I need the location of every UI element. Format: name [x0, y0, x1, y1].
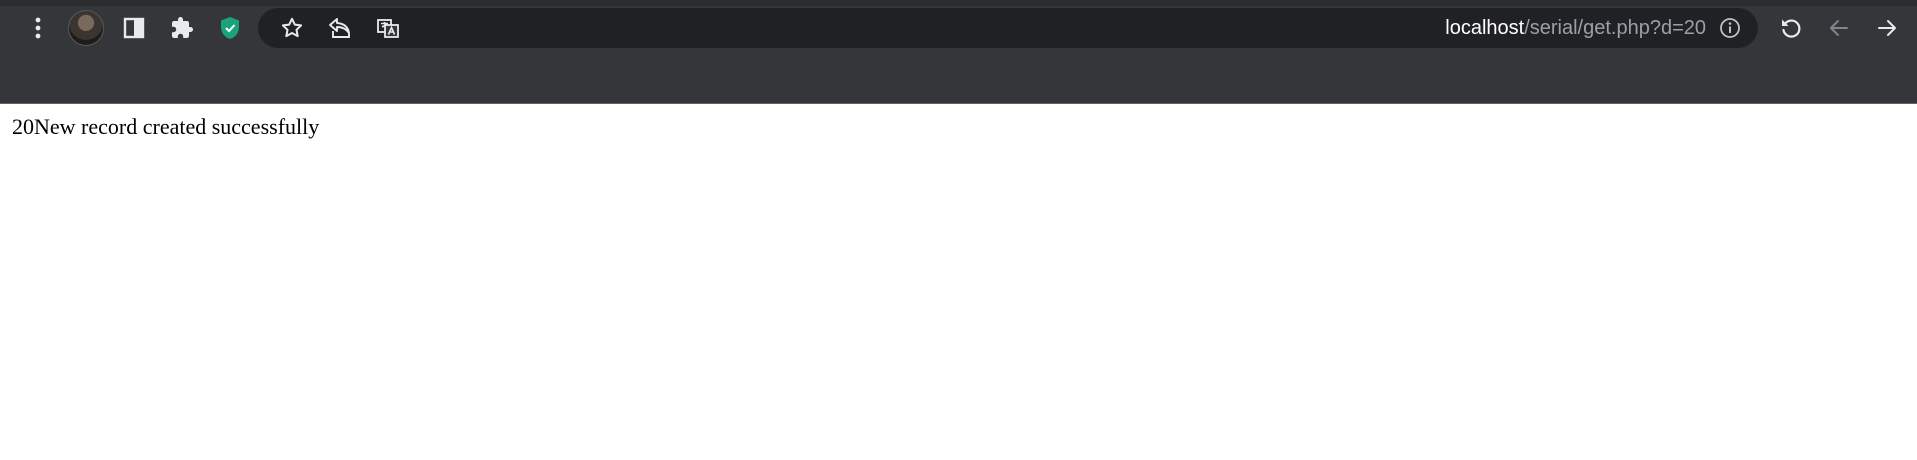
- shield-check-icon[interactable]: [206, 8, 254, 48]
- reload-icon[interactable]: [1767, 8, 1815, 48]
- toolbar-left: [14, 8, 254, 48]
- forward-arrow-icon[interactable]: [1863, 8, 1911, 48]
- side-panel-icon[interactable]: [110, 8, 158, 48]
- url-path: /serial/get.php?d=20: [1524, 17, 1706, 39]
- url-text[interactable]: localhost/serial/get.php?d=20: [1445, 8, 1706, 48]
- puzzle-piece-icon[interactable]: [158, 8, 206, 48]
- kebab-menu-icon[interactable]: [14, 8, 62, 48]
- translate-icon[interactable]: [364, 8, 412, 48]
- omnibox-actions: [268, 8, 412, 48]
- toolbar-right: [1767, 8, 1911, 48]
- avatar: [68, 10, 104, 46]
- browser-chrome: localhost/serial/get.php?d=20: [0, 0, 1917, 104]
- address-bar[interactable]: localhost/serial/get.php?d=20: [258, 8, 1758, 48]
- window-top-strip: [0, 0, 1917, 6]
- back-arrow-icon[interactable]: [1815, 8, 1863, 48]
- page-body-text: 20New record created successfully: [12, 114, 320, 139]
- star-icon[interactable]: [268, 8, 316, 48]
- profile-avatar[interactable]: [62, 8, 110, 48]
- info-icon[interactable]: [1710, 8, 1750, 48]
- share-icon[interactable]: [316, 8, 364, 48]
- url-host: localhost: [1445, 17, 1525, 39]
